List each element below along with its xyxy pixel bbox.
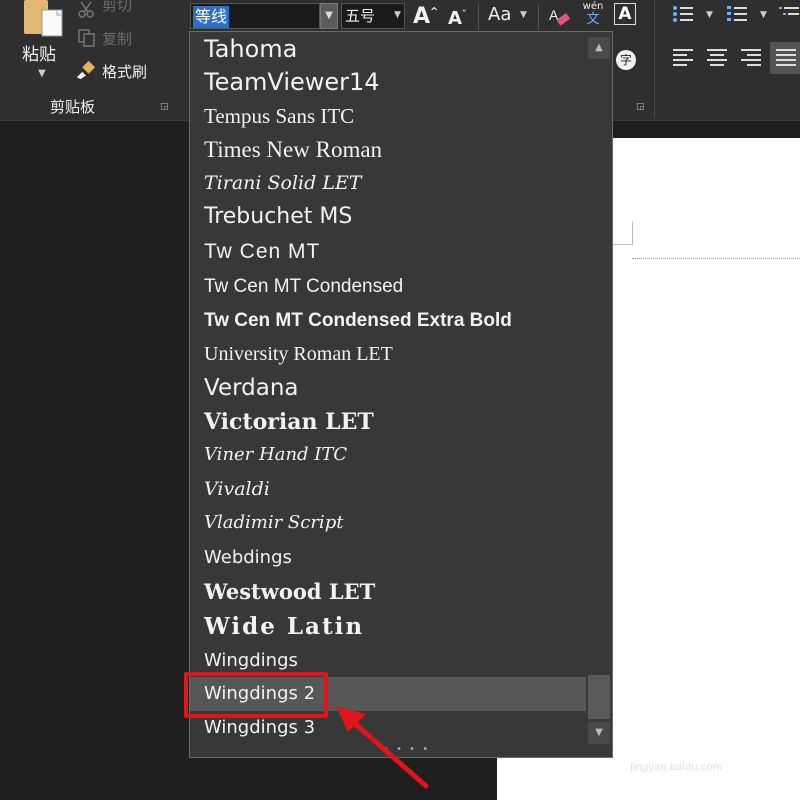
copy-button-label[interactable]: 复制: [102, 28, 132, 49]
align-center-icon[interactable]: [706, 46, 728, 68]
numbered-list-icon[interactable]: [726, 4, 748, 24]
format-painter-icon[interactable]: [75, 60, 95, 80]
cut-button-label[interactable]: 剪切: [102, 0, 132, 15]
format-painter-button-label[interactable]: 格式刷: [102, 61, 147, 82]
font-list-item[interactable]: Tahoma: [190, 32, 586, 66]
font-list-item[interactable]: Tw Cen MT Condensed: [190, 270, 586, 304]
divider: [538, 4, 539, 30]
paste-button-label[interactable]: 粘贴: [22, 40, 56, 65]
enclose-characters-icon[interactable]: 字: [616, 50, 636, 70]
multilevel-list-icon[interactable]: [778, 4, 800, 24]
grow-font-icon[interactable]: A^: [413, 4, 438, 29]
copy-icon[interactable]: [77, 28, 97, 48]
chevron-down-icon[interactable]: ▼: [394, 10, 401, 20]
font-list-item[interactable]: Tempus Sans ITC: [190, 99, 586, 133]
font-list-item[interactable]: Times New Roman: [190, 133, 586, 167]
chevron-down-icon[interactable]: ▼: [760, 10, 767, 20]
clipboard-group-label: 剪贴板: [50, 98, 96, 116]
scrollbar-track[interactable]: [588, 32, 612, 757]
watermark-url: jingyan.baidu.com: [630, 762, 723, 773]
font-list-item[interactable]: Tw Cen MT Condensed Extra Bold: [190, 304, 586, 338]
font-dropdown-button[interactable]: ▼: [320, 3, 338, 29]
dialog-launcher-icon[interactable]: ◲: [636, 102, 645, 112]
shrink-font-icon[interactable]: Aˇ: [448, 8, 466, 29]
paste-icon[interactable]: [22, 0, 66, 38]
scrollbar-thumb[interactable]: [588, 675, 610, 719]
scroll-down-icon[interactable]: ▼: [588, 722, 610, 744]
chevron-down-icon[interactable]: ▼: [38, 68, 46, 79]
scissors-icon[interactable]: [77, 0, 97, 20]
font-list-item[interactable]: Tirani Solid LET: [190, 166, 586, 200]
font-name-value[interactable]: 等线: [193, 6, 230, 28]
font-list-item[interactable]: Wide Latin: [190, 610, 586, 644]
change-case-icon[interactable]: Aa: [488, 4, 511, 25]
page-margin-marker: [612, 222, 633, 245]
font-dropdown-list[interactable]: Tahoma TeamViewer14 Tempus Sans ITC Times N…: [189, 31, 613, 758]
clear-formatting-icon[interactable]: A: [548, 6, 570, 28]
red-arrow-icon: [336, 706, 429, 789]
bullet-list-icon[interactable]: [672, 4, 694, 24]
font-list-item[interactable]: TeamViewer14: [190, 65, 586, 99]
dialog-launcher-icon[interactable]: ◲: [160, 102, 170, 112]
align-right-icon[interactable]: [740, 46, 762, 68]
scroll-up-icon[interactable]: ▲: [588, 37, 610, 59]
font-list-item[interactable]: Vladimir Script: [190, 506, 586, 540]
highlight-box: [184, 672, 328, 718]
justify-icon[interactable]: [775, 46, 797, 68]
chevron-down-icon[interactable]: ▼: [520, 10, 527, 20]
divider: [478, 4, 479, 30]
font-list-item[interactable]: Trebuchet MS: [190, 200, 586, 234]
phonetic-guide-icon[interactable]: wén 文: [582, 0, 604, 26]
font-list-item[interactable]: Westwood LET: [190, 575, 586, 609]
page-dotted-line: [632, 258, 800, 259]
divider: [654, 0, 655, 118]
font-list-item[interactable]: Viner Hand ITC: [190, 438, 586, 472]
character-border-icon[interactable]: A: [614, 3, 636, 25]
font-list-item[interactable]: Webdings: [190, 541, 586, 575]
align-left-icon[interactable]: [672, 46, 694, 68]
watermark-logo: Bai du 经验: [616, 722, 770, 752]
font-list-item[interactable]: University Roman LET: [190, 337, 586, 371]
font-list-item[interactable]: Verdana: [190, 371, 586, 405]
font-list-item[interactable]: Tw Cen MT: [190, 235, 586, 269]
font-list-item[interactable]: Victorian LET: [190, 405, 586, 439]
chevron-down-icon[interactable]: ▼: [706, 10, 713, 20]
phonetic-bottom: 文: [586, 12, 600, 27]
font-list-item[interactable]: Vivaldi: [190, 472, 586, 506]
